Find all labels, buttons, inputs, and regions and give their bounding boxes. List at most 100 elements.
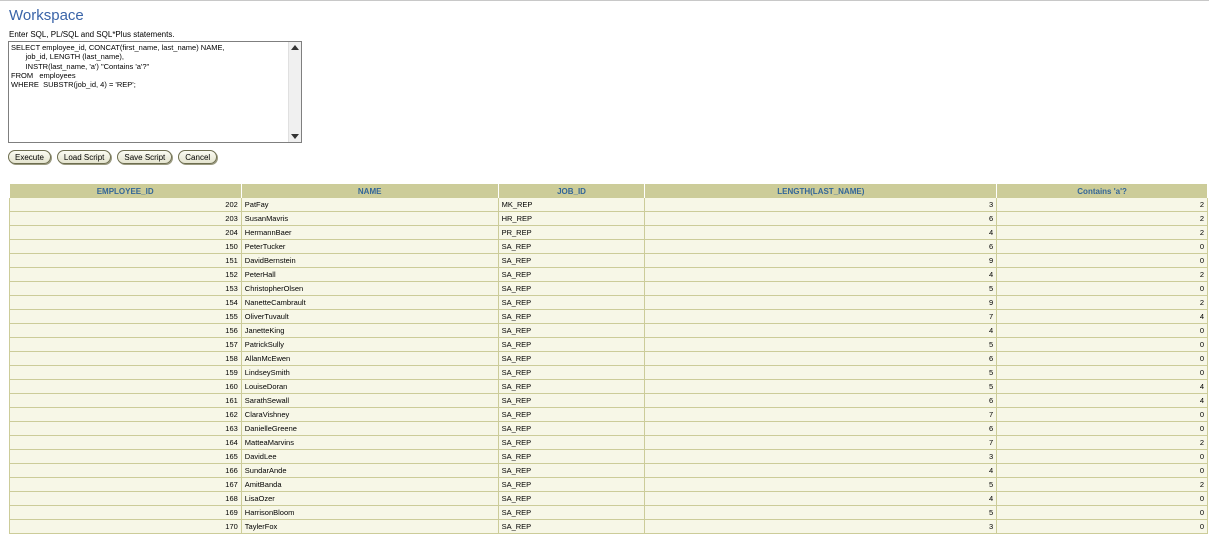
cell-name: LindseySmith: [241, 365, 499, 380]
cell-employee-id: 170: [9, 519, 242, 534]
cell-contains-a: 0: [996, 407, 1208, 422]
cell-job-id: SA_REP: [498, 435, 646, 450]
cell-length: 6: [644, 393, 998, 408]
cell-length: 3: [644, 198, 998, 212]
table-row: 155 OliverTuvault SA_REP 7 4: [9, 309, 1208, 324]
column-header-length: LENGTH(LAST_NAME): [644, 184, 998, 198]
instruction-text: Enter SQL, PL/SQL and SQL*Plus statement…: [9, 30, 175, 39]
cell-name: LisaOzer: [241, 491, 499, 506]
cell-length: 9: [644, 253, 998, 268]
cell-name: HermannBaer: [241, 225, 499, 240]
cell-employee-id: 204: [9, 225, 242, 240]
cell-name: PeterHall: [241, 267, 499, 282]
cell-length: 3: [644, 449, 998, 464]
cell-contains-a: 4: [996, 309, 1208, 324]
cell-contains-a: 0: [996, 239, 1208, 254]
save-script-button[interactable]: Save Script: [117, 150, 173, 164]
cell-name: DavidBernstein: [241, 253, 499, 268]
cell-job-id: SA_REP: [498, 421, 646, 436]
cell-employee-id: 154: [9, 295, 242, 310]
cell-job-id: SA_REP: [498, 407, 646, 422]
cell-contains-a: 2: [996, 267, 1208, 282]
cell-job-id: SA_REP: [498, 337, 646, 352]
table-row: 159 LindseySmith SA_REP 5 0: [9, 365, 1208, 380]
cell-name: ClaraVishney: [241, 407, 499, 422]
table-row: 153 ChristopherOlsen SA_REP 5 0: [9, 281, 1208, 296]
table-row: 154 NanetteCambrault SA_REP 9 2: [9, 295, 1208, 310]
cell-contains-a: 4: [996, 393, 1208, 408]
cell-employee-id: 166: [9, 463, 242, 478]
cell-name: DavidLee: [241, 449, 499, 464]
cell-employee-id: 153: [9, 281, 242, 296]
cell-employee-id: 202: [9, 198, 242, 212]
cell-contains-a: 2: [996, 198, 1208, 212]
table-row: 150 PeterTucker SA_REP 6 0: [9, 239, 1208, 254]
table-header-row: EMPLOYEE_ID NAME JOB_ID LENGTH(LAST_NAME…: [9, 184, 1208, 198]
cell-contains-a: 2: [996, 435, 1208, 450]
cell-employee-id: 155: [9, 309, 242, 324]
cell-length: 4: [644, 225, 998, 240]
cell-contains-a: 0: [996, 519, 1208, 534]
cell-length: 5: [644, 365, 998, 380]
scroll-up-icon[interactable]: [291, 45, 299, 50]
cell-name: JanetteKing: [241, 323, 499, 338]
sql-editor[interactable]: SELECT employee_id, CONCAT(first_name, l…: [8, 41, 302, 143]
cancel-button[interactable]: Cancel: [178, 150, 218, 164]
cell-employee-id: 160: [9, 379, 242, 394]
cell-employee-id: 157: [9, 337, 242, 352]
table-row: 204 HermannBaer PR_REP 4 2: [9, 225, 1208, 240]
cell-length: 6: [644, 239, 998, 254]
cell-employee-id: 156: [9, 323, 242, 338]
page-title: Workspace: [9, 7, 84, 24]
cell-length: 6: [644, 211, 998, 226]
table-row: 170 TaylerFox SA_REP 3 0: [9, 519, 1208, 534]
cell-job-id: SA_REP: [498, 519, 646, 534]
cell-contains-a: 0: [996, 337, 1208, 352]
cell-employee-id: 162: [9, 407, 242, 422]
results-table: EMPLOYEE_ID NAME JOB_ID LENGTH(LAST_NAME…: [9, 184, 1208, 534]
cell-contains-a: 0: [996, 365, 1208, 380]
cell-employee-id: 150: [9, 239, 242, 254]
editor-scrollbar[interactable]: [288, 42, 301, 142]
cell-length: 3: [644, 519, 998, 534]
cell-name: OliverTuvault: [241, 309, 499, 324]
cell-length: 7: [644, 309, 998, 324]
cell-length: 5: [644, 477, 998, 492]
cell-name: LouiseDoran: [241, 379, 499, 394]
table-row: 167 AmitBanda SA_REP 5 2: [9, 477, 1208, 492]
cell-contains-a: 0: [996, 421, 1208, 436]
table-row: 163 DanielleGreene SA_REP 6 0: [9, 421, 1208, 436]
cell-job-id: SA_REP: [498, 477, 646, 492]
cell-contains-a: 2: [996, 477, 1208, 492]
cell-length: 9: [644, 295, 998, 310]
table-row: 151 DavidBernstein SA_REP 9 0: [9, 253, 1208, 268]
cell-job-id: SA_REP: [498, 239, 646, 254]
column-header-job-id: JOB_ID: [498, 184, 646, 198]
cell-name: PatFay: [241, 198, 499, 212]
table-row: 202 PatFay MK_REP 3 2: [9, 198, 1208, 212]
table-row: 164 MatteaMarvins SA_REP 7 2: [9, 435, 1208, 450]
cell-job-id: SA_REP: [498, 505, 646, 520]
cell-name: DanielleGreene: [241, 421, 499, 436]
table-row: 168 LisaOzer SA_REP 4 0: [9, 491, 1208, 506]
sql-editor-text[interactable]: SELECT employee_id, CONCAT(first_name, l…: [9, 42, 291, 142]
button-bar: Execute Load Script Save Script Cancel: [8, 150, 218, 164]
cell-contains-a: 0: [996, 323, 1208, 338]
cell-name: PatrickSully: [241, 337, 499, 352]
cell-employee-id: 158: [9, 351, 242, 366]
cell-employee-id: 151: [9, 253, 242, 268]
cell-employee-id: 165: [9, 449, 242, 464]
execute-button[interactable]: Execute: [8, 150, 51, 164]
load-script-button[interactable]: Load Script: [56, 150, 112, 164]
cell-contains-a: 0: [996, 491, 1208, 506]
cell-name: SundarAnde: [241, 463, 499, 478]
column-header-contains-a: Contains 'a'?: [996, 184, 1208, 198]
table-row: 166 SundarAnde SA_REP 4 0: [9, 463, 1208, 478]
scroll-down-icon[interactable]: [291, 134, 299, 139]
table-row: 203 SusanMavris HR_REP 6 2: [9, 211, 1208, 226]
column-header-name: NAME: [241, 184, 499, 198]
cell-length: 6: [644, 421, 998, 436]
cell-contains-a: 4: [996, 379, 1208, 394]
cell-contains-a: 2: [996, 295, 1208, 310]
cell-contains-a: 0: [996, 351, 1208, 366]
